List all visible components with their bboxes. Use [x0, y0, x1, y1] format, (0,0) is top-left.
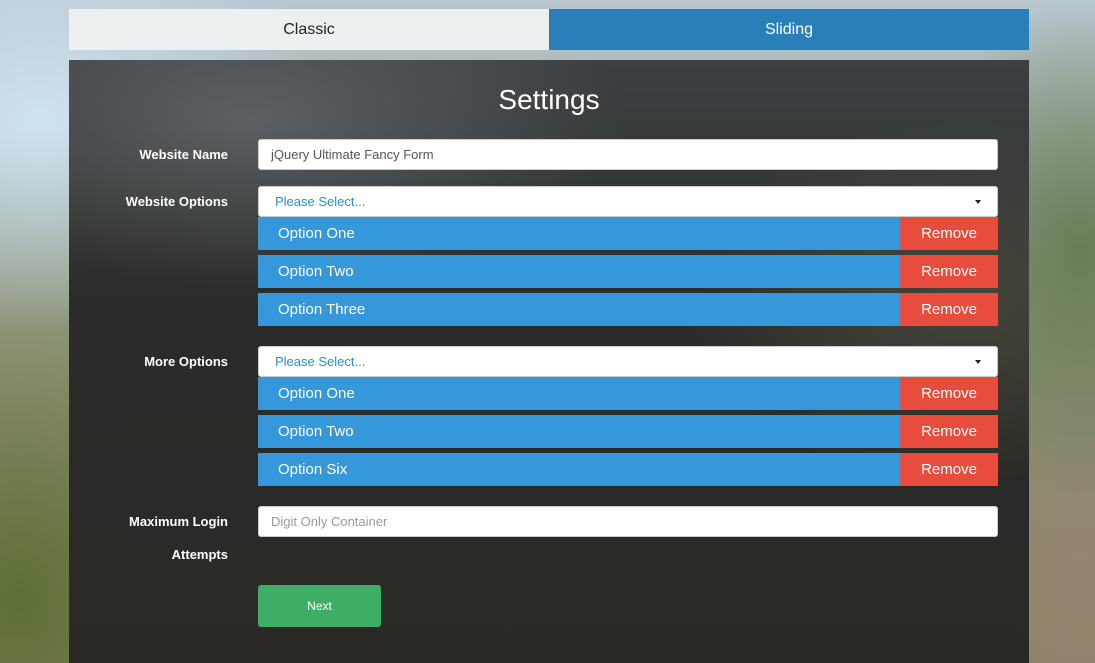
next-button[interactable]: Next	[258, 585, 381, 627]
list-item: Option Two Remove	[258, 255, 998, 288]
option-label: Option One	[258, 377, 900, 410]
list-item: Option Two Remove	[258, 415, 998, 448]
max-login-input[interactable]	[258, 506, 998, 537]
option-label: Option Two	[258, 255, 900, 288]
caret-down-icon	[975, 199, 981, 204]
list-item: Option One Remove	[258, 217, 998, 250]
more-options-label: More Options	[144, 354, 228, 369]
website-options-select[interactable]: Please Select...	[258, 186, 998, 217]
option-label: Option Three	[258, 293, 900, 326]
tab-sliding[interactable]: Sliding	[549, 9, 1029, 50]
list-item: Option Three Remove	[258, 293, 998, 326]
list-item: Option Six Remove	[258, 453, 998, 486]
caret-down-icon	[975, 359, 981, 364]
option-label: Option One	[258, 217, 900, 250]
option-label: Option Two	[258, 415, 900, 448]
remove-button[interactable]: Remove	[900, 293, 998, 326]
select-placeholder: Please Select...	[275, 354, 366, 369]
remove-button[interactable]: Remove	[900, 415, 998, 448]
website-name-input[interactable]	[258, 139, 998, 170]
tab-bar: Classic Sliding	[69, 9, 1029, 50]
max-login-label-cont: Attempts	[171, 547, 228, 562]
website-name-label: Website Name	[139, 147, 228, 162]
remove-button[interactable]: Remove	[900, 377, 998, 410]
remove-button[interactable]: Remove	[900, 255, 998, 288]
remove-button[interactable]: Remove	[900, 453, 998, 486]
max-login-label: Maximum Login	[129, 514, 228, 529]
settings-panel: Settings Website Name Website Options Pl…	[69, 60, 1029, 663]
select-placeholder: Please Select...	[275, 194, 366, 209]
list-item: Option One Remove	[258, 377, 998, 410]
more-options-select[interactable]: Please Select...	[258, 346, 998, 377]
option-label: Option Six	[258, 453, 900, 486]
remove-button[interactable]: Remove	[900, 217, 998, 250]
tab-classic[interactable]: Classic	[69, 9, 549, 50]
website-options-label: Website Options	[125, 194, 228, 209]
page-title: Settings	[498, 84, 600, 115]
